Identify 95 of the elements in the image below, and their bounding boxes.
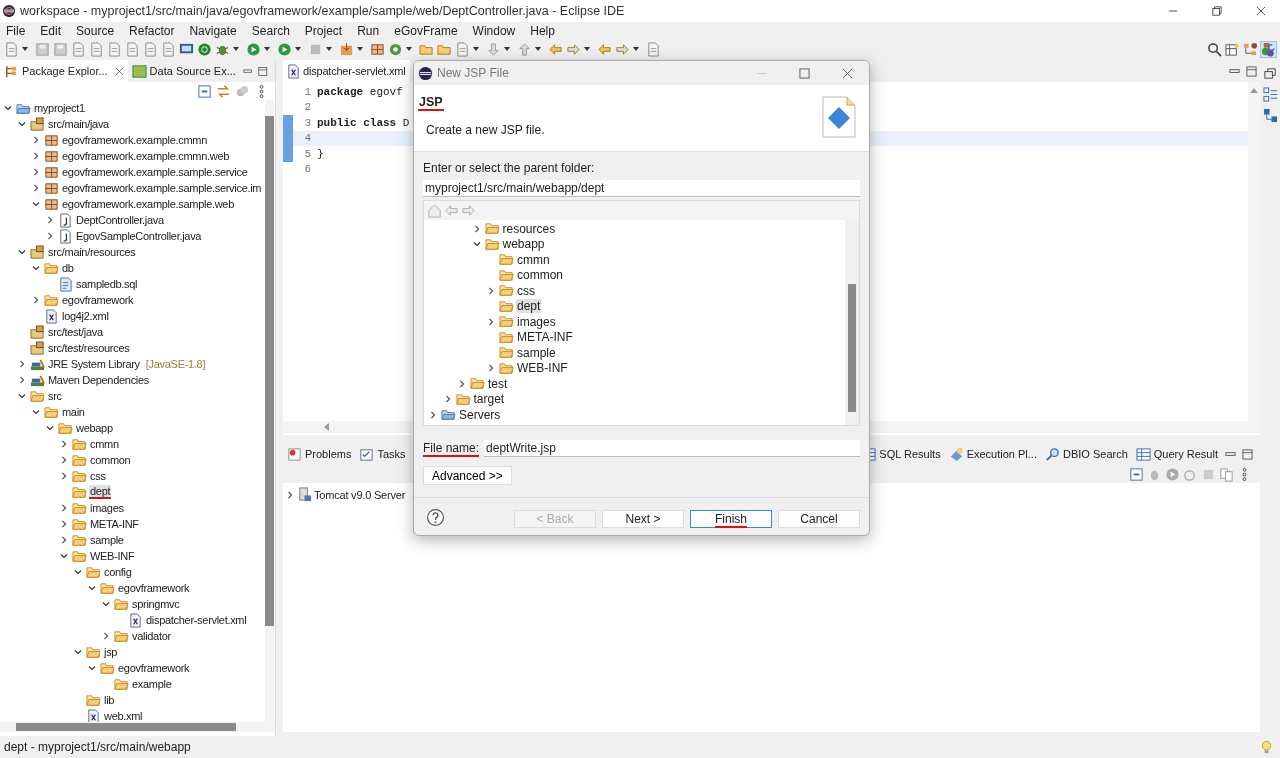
tree-item[interactable]: db [61,262,75,274]
tree-item[interactable]: dispatcher-servlet.xml [145,614,248,626]
tree-item[interactable]: JRE System Library [47,358,141,370]
window-title: workspace - myproject1/src/main/java/egovframework/example/sample/web/DeptController.java - Eclipse IDE [20,4,625,18]
tree-item[interactable]: example [131,678,173,690]
tree-item[interactable]: validator [131,630,172,642]
folder-tree-item[interactable]: dept [516,299,542,314]
tree-item[interactable]: images [89,502,125,514]
view-tab[interactable]: DBIO Search [1041,443,1132,465]
tree-item[interactable]: egovframework [61,294,135,306]
code-line: public class D [317,116,410,129]
tree-item[interactable]: main [61,406,86,418]
tree-item[interactable]: myproject1 [33,102,86,114]
tree-item[interactable]: jsp [103,646,119,658]
tree-item[interactable]: src/main/java [47,118,110,130]
menu-item[interactable]: Navigate [189,23,237,38]
menu-item[interactable]: File [6,23,26,38]
tree-item[interactable]: Maven Dependencies [47,374,150,386]
tree-item[interactable]: WEB-INF [89,550,136,562]
tree-item[interactable]: egovframework.example.cmmn.web [61,150,231,162]
tree-item[interactable]: src/test/java [47,326,104,338]
line-number: 1 [303,85,311,98]
tree-item[interactable]: EgovSampleController.java [75,230,203,242]
line-number: 4 [303,132,311,145]
folder-tree-item[interactable]: css [516,283,536,298]
file-name-input-field[interactable]: deptWrite.jsp [484,440,860,457]
menu-item[interactable]: Project [304,23,343,38]
tree-item[interactable]: web.xml [103,710,144,722]
tree-item[interactable]: egovframework [117,662,191,674]
tree-item[interactable]: sampledb.sql [75,278,139,290]
folder-tree-item[interactable]: META-INF [516,330,574,345]
view-tab[interactable]: Tasks [355,443,410,465]
tree-item[interactable]: config [103,566,133,578]
tree-item[interactable]: egovframework.example.sample.service.im [61,182,263,194]
view-tab[interactable]: Query Result [1131,443,1222,465]
status-text: dept - myproject1/src/main/webapp [4,740,191,754]
folder-input-field[interactable]: myproject1/src/main/webapp/dept [423,180,860,197]
tree-item-decoration: [JavaSE-1.8] [145,358,206,370]
menu-item[interactable]: Source [76,23,115,38]
menu-item[interactable]: Help [530,23,555,38]
tree-item[interactable]: css [89,470,107,482]
dialog-button[interactable]: Finish [690,510,772,528]
folder-tree-item[interactable]: webapp [501,237,546,252]
menu-item[interactable]: Refactor [129,23,175,38]
tree-item[interactable]: egovframework.example.sample.service [61,166,249,178]
dialog-heading: JSP [418,95,444,111]
view-tab[interactable]: Problems [283,443,356,465]
view-tab[interactable]: Package Explor... [0,60,128,82]
tree-item[interactable]: dept [89,485,112,499]
folder-tree-item[interactable]: cmmn [516,252,551,267]
folder-tree-item[interactable]: test [487,376,509,391]
server-item[interactable]: Tomcat v9.0 Server [313,488,407,501]
tree-item[interactable]: src [47,390,63,402]
line-number: 3 [303,116,311,129]
dialog-description: Create a new JSP file. [426,123,545,137]
folder-tree-item[interactable]: target [472,392,506,407]
menu-item[interactable]: Edit [40,23,62,38]
tree-item[interactable]: lib [103,694,116,706]
folder-tree-item[interactable]: WEB-INF [516,361,569,376]
line-number: 2 [303,101,311,114]
line-number: 6 [303,163,311,176]
tree-item[interactable]: springmvc [131,598,181,610]
dialog-title: New JSP File [437,66,509,80]
tree-item[interactable]: egovframework [117,582,191,594]
tree-item[interactable]: log4j2.xml [61,310,110,322]
line-number: 5 [303,147,311,160]
field-label: Enter or select the parent folder: [423,161,596,175]
menu-item[interactable]: Run [357,23,380,38]
tree-item[interactable]: cmmn [89,438,120,450]
tree-item[interactable]: egovframework.example.sample.web [61,198,235,210]
dialog-button[interactable]: Cancel [778,510,860,528]
view-tab[interactable]: Data Source Ex... [127,60,240,82]
tree-item[interactable]: src/main/resources [47,246,137,258]
folder-tree-item[interactable]: images [516,314,557,329]
tree-item[interactable]: src/test/resources [47,342,131,354]
menu-item[interactable]: Window [472,23,516,38]
field-label: File name: [423,440,480,457]
folder-tree-item[interactable]: common [516,268,564,283]
folder-tree-item[interactable]: resources [501,221,557,236]
code-line: package egovf [317,85,403,98]
tree-item[interactable]: webapp [75,422,114,434]
view-tab[interactable]: Execution Pl... [944,443,1041,465]
tree-item[interactable]: META-INF [89,518,140,530]
tree-item[interactable]: DeptController.java [75,214,165,226]
code-line: } [317,147,324,160]
tree-item[interactable]: egovframework.example.cmmn [61,134,209,146]
advanced-button[interactable]: Advanced >> [423,466,512,485]
tree-item[interactable]: sample [89,534,125,546]
tree-item[interactable]: common [89,454,132,466]
folder-tree-item[interactable]: sample [516,345,557,360]
editor-tab[interactable]: dispatcher-servlet.xml [283,60,410,82]
menu-item[interactable]: Search [251,23,290,38]
menu-item[interactable]: eGovFrame [394,23,458,38]
folder-tree-item[interactable]: Servers [458,407,502,422]
dialog-button[interactable]: Next > [602,510,684,528]
